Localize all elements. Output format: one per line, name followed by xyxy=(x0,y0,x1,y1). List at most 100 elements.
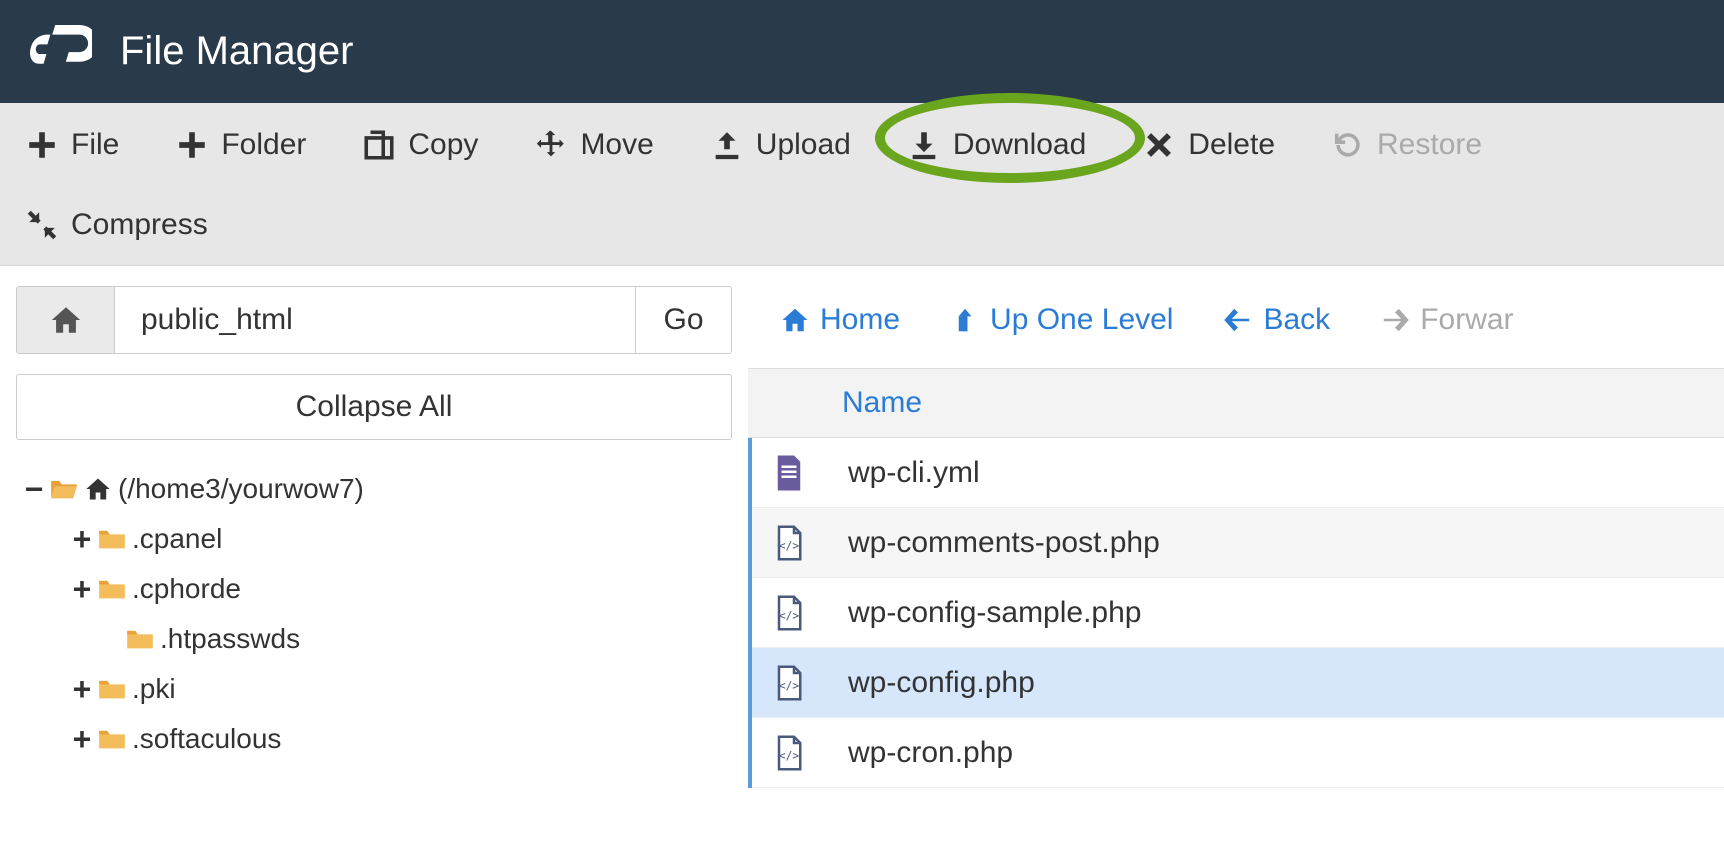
nav-up[interactable]: Up One Level xyxy=(950,303,1173,337)
tree-item[interactable]: + .pki xyxy=(16,664,732,714)
tree-item[interactable]: + .cphorde xyxy=(16,564,732,614)
expand-toggle[interactable]: + xyxy=(72,723,92,755)
tree-root[interactable]: − (/home3/yourwow7) xyxy=(16,464,732,514)
toolbar-download[interactable]: Download xyxy=(907,113,1086,177)
home-icon xyxy=(780,305,810,335)
file-row[interactable]: wp-cli.yml xyxy=(752,438,1724,508)
toolbar-upload[interactable]: Upload xyxy=(710,113,851,177)
svg-text:</>: </> xyxy=(779,749,800,762)
file-row[interactable]: </> wp-cron.php xyxy=(752,718,1724,788)
nav-row: Home Up One Level Back Forwar xyxy=(748,286,1724,354)
path-go-button[interactable]: Go xyxy=(635,287,731,353)
plus-icon xyxy=(25,128,59,162)
tree-root-label: (/home3/yourwow7) xyxy=(118,475,364,503)
toolbar-download-label: Download xyxy=(953,128,1086,162)
file-icon: </> xyxy=(774,735,804,771)
toolbar-restore: Restore xyxy=(1331,113,1482,177)
app-title: File Manager xyxy=(120,29,353,74)
svg-text:</>: </> xyxy=(779,679,800,692)
file-name: wp-config.php xyxy=(848,666,1035,700)
close-icon xyxy=(1142,128,1176,162)
content: Go Collapse All − (/home3/yourwow7) + .cp… xyxy=(0,266,1724,788)
svg-text:</>: </> xyxy=(779,539,800,552)
collapse-all-label: Collapse All xyxy=(296,390,453,424)
right-panel: Home Up One Level Back Forwar xyxy=(748,266,1724,788)
expand-toggle[interactable]: + xyxy=(72,573,92,605)
plus-icon xyxy=(175,128,209,162)
file-name: wp-cli.yml xyxy=(848,456,980,490)
upload-icon xyxy=(710,128,744,162)
download-icon xyxy=(907,128,941,162)
toolbar-copy[interactable]: Copy xyxy=(362,113,478,177)
file-row[interactable]: </> wp-config-sample.php xyxy=(752,578,1724,648)
restore-icon xyxy=(1331,128,1365,162)
file-name: wp-comments-post.php xyxy=(848,526,1160,560)
tree-item[interactable]: + .softaculous xyxy=(16,714,732,764)
folder-open-icon xyxy=(50,477,78,501)
left-panel: Go Collapse All − (/home3/yourwow7) + .cp… xyxy=(0,266,748,764)
nav-up-label: Up One Level xyxy=(990,303,1173,337)
file-name: wp-config-sample.php xyxy=(848,596,1141,630)
path-home-button[interactable] xyxy=(17,287,115,353)
folder-icon xyxy=(126,627,154,651)
toolbar-file-label: File xyxy=(71,128,119,162)
file-row[interactable]: </> wp-comments-post.php xyxy=(752,508,1724,578)
toolbar-delete[interactable]: Delete xyxy=(1142,113,1275,177)
toolbar-folder-label: Folder xyxy=(221,128,306,162)
path-input[interactable] xyxy=(115,287,635,353)
file-icon: </> xyxy=(774,525,804,561)
col-name[interactable]: Name xyxy=(842,386,922,420)
home-icon xyxy=(49,303,83,337)
folder-tree: − (/home3/yourwow7) + .cpanel + .cphorde .ht… xyxy=(16,464,732,764)
move-icon xyxy=(534,128,568,162)
home-icon xyxy=(84,475,112,503)
folder-icon xyxy=(98,577,126,601)
file-grid: wp-cli.yml </> wp-comments-post.php </> wp-c… xyxy=(748,438,1724,788)
nav-back[interactable]: Back xyxy=(1223,303,1330,337)
arrow-right-icon xyxy=(1380,305,1410,335)
path-go-label: Go xyxy=(663,303,703,337)
toolbar-upload-label: Upload xyxy=(756,128,851,162)
toolbar-move[interactable]: Move xyxy=(534,113,653,177)
tree-item-label: .pki xyxy=(132,675,176,703)
toolbar-compress-label: Compress xyxy=(71,208,208,242)
file-icon xyxy=(774,455,804,491)
toolbar-copy-label: Copy xyxy=(408,128,478,162)
expand-toggle[interactable]: + xyxy=(72,523,92,555)
app-header: File Manager xyxy=(0,0,1724,103)
nav-forward: Forwar xyxy=(1380,303,1513,337)
file-name: wp-cron.php xyxy=(848,736,1013,770)
file-row[interactable]: </> wp-config.php xyxy=(752,648,1724,718)
arrow-left-icon xyxy=(1223,305,1253,335)
compress-icon xyxy=(25,208,59,242)
tree-item[interactable]: + .cpanel xyxy=(16,514,732,564)
grid-header: Name xyxy=(748,368,1724,438)
copy-icon xyxy=(362,128,396,162)
svg-text:</>: </> xyxy=(779,609,800,622)
toolbar-delete-label: Delete xyxy=(1188,128,1275,162)
tree-item-label: .htpasswds xyxy=(160,625,300,653)
folder-icon xyxy=(98,677,126,701)
path-bar: Go xyxy=(16,286,732,354)
toolbar-file[interactable]: File xyxy=(25,113,119,177)
nav-home[interactable]: Home xyxy=(780,303,900,337)
nav-back-label: Back xyxy=(1263,303,1330,337)
up-level-icon xyxy=(950,305,980,335)
toolbar-folder[interactable]: Folder xyxy=(175,113,306,177)
toolbar-move-label: Move xyxy=(580,128,653,162)
file-icon: </> xyxy=(774,595,804,631)
file-icon: </> xyxy=(774,665,804,701)
nav-forward-label: Forwar xyxy=(1420,303,1513,337)
expand-toggle[interactable]: + xyxy=(72,673,92,705)
folder-icon xyxy=(98,527,126,551)
collapse-all-button[interactable]: Collapse All xyxy=(16,374,732,440)
toolbar-restore-label: Restore xyxy=(1377,128,1482,162)
cpanel-logo-icon xyxy=(30,24,92,79)
toolbar-compress[interactable]: Compress xyxy=(25,193,208,257)
tree-item[interactable]: .htpasswds xyxy=(16,614,732,664)
folder-icon xyxy=(98,727,126,751)
tree-item-label: .softaculous xyxy=(132,725,281,753)
tree-item-label: .cpanel xyxy=(132,525,222,553)
collapse-toggle[interactable]: − xyxy=(24,473,44,505)
tree-item-label: .cphorde xyxy=(132,575,241,603)
